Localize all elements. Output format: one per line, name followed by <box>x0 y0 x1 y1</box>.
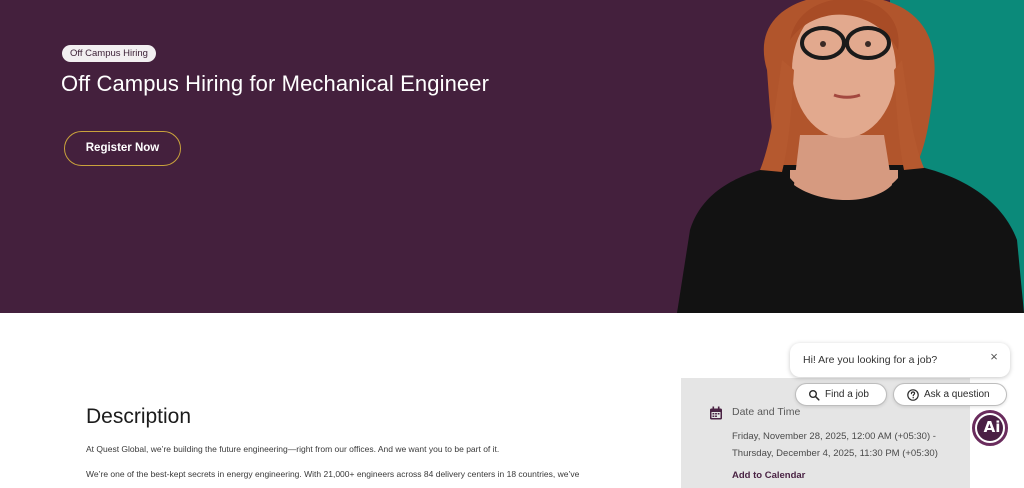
close-icon[interactable]: × <box>988 349 1000 365</box>
hero-portrait <box>677 0 1024 313</box>
find-job-label: Find a job <box>825 389 869 400</box>
category-tag: Off Campus Hiring <box>62 45 156 62</box>
description-paragraph: At Quest Global, we’re building the futu… <box>86 444 500 454</box>
date-time-label: Date and Time <box>732 406 801 418</box>
hero-banner: Off Campus Hiring Off Campus Hiring for … <box>0 0 1024 313</box>
question-icon <box>907 389 919 401</box>
ask-question-label: Ask a question <box>924 389 990 400</box>
event-start-datetime: Friday, November 28, 2025, 12:00 AM (+05… <box>732 431 936 442</box>
ask-question-button[interactable]: Ask a question <box>893 383 1007 406</box>
register-now-button[interactable]: Register Now <box>64 131 181 166</box>
chat-greeting-bubble: Hi! Are you looking for a job? × <box>790 343 1010 377</box>
find-job-button[interactable]: Find a job <box>795 383 887 406</box>
calendar-icon <box>710 406 722 420</box>
add-to-calendar-link[interactable]: Add to Calendar <box>732 470 805 481</box>
page-title: Off Campus Hiring for Mechanical Enginee… <box>61 71 489 96</box>
ai-assistant-button[interactable]: Ai <box>972 410 1008 446</box>
description-paragraph: We’re one of the best-kept secrets in en… <box>86 469 580 479</box>
event-end-datetime: Thursday, December 4, 2025, 11:30 PM (+0… <box>732 448 938 459</box>
ai-assistant-icon: Ai <box>977 415 1003 441</box>
description-heading: Description <box>86 405 192 428</box>
ai-badge-text: Ai <box>983 418 1001 436</box>
chat-greeting-text: Hi! Are you looking for a job? <box>803 354 938 366</box>
search-icon <box>809 390 820 401</box>
